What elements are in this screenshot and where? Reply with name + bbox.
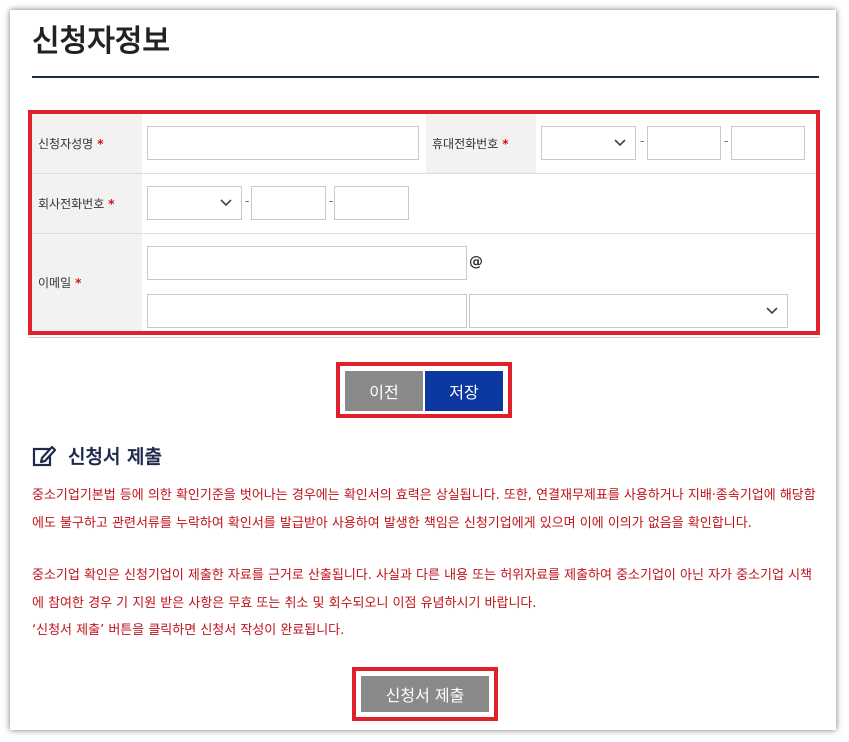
mobile-last-input[interactable] [731, 126, 805, 160]
form-row-email: 이메일 * @ [32, 234, 816, 331]
company-phone-mid-input[interactable] [251, 186, 326, 220]
application-panel: 신청자정보 신청자성명 * 휴대전화번호 * - - 회사전화번호 * - - … [10, 10, 836, 730]
form-divider [28, 337, 820, 338]
submission-heading-text: 신청서 제출 [68, 446, 163, 468]
notice-paragraph-1: 중소기업기본법 등에 의한 확인기준을 벗어나는 경우에는 확인서의 효력은 상… [32, 488, 816, 531]
company-phone-separator-1: - [245, 194, 250, 208]
applicant-name-label: 신청자성명 * [32, 114, 142, 173]
mobile-label: 휴대전화번호 * [426, 114, 536, 173]
mobile-separator-2: - [724, 134, 729, 148]
email-label-text: 이메일 [38, 276, 72, 290]
email-at-sign: @ [469, 254, 483, 270]
title-divider [32, 76, 819, 78]
required-mark: * [502, 136, 509, 151]
email-id-input[interactable] [147, 246, 467, 280]
applicant-form: 신청자성명 * 휴대전화번호 * - - 회사전화번호 * - - 이메일 * … [28, 110, 820, 335]
chevron-down-icon [766, 307, 778, 315]
submit-area: 신청서 제출 [352, 667, 498, 721]
edit-icon [32, 445, 57, 466]
mobile-separator-1: - [640, 134, 645, 148]
company-phone-last-input[interactable] [334, 186, 409, 220]
notice-paragraph-3: ‘신청서 제출’ 버튼을 클릭하면 신청서 작성이 완료됩니다. [32, 623, 345, 638]
chevron-down-icon [220, 199, 232, 207]
email-domain-select[interactable] [469, 294, 788, 328]
page-title: 신청자정보 [32, 24, 170, 59]
email-domain-input[interactable] [147, 294, 467, 328]
mobile-mid-input[interactable] [647, 126, 721, 160]
save-button[interactable]: 저장 [425, 371, 503, 411]
company-phone-label-text: 회사전화번호 [38, 197, 105, 211]
submission-heading: 신청서 제출 [32, 442, 162, 469]
applicant-name-label-text: 신청자성명 [38, 137, 94, 151]
company-phone-prefix-select[interactable] [147, 186, 242, 220]
form-row-name-mobile: 신청자성명 * 휴대전화번호 * - - [32, 114, 816, 174]
submit-application-button[interactable]: 신청서 제출 [361, 676, 489, 712]
company-phone-label: 회사전화번호 * [32, 174, 142, 233]
company-phone-separator-2: - [329, 194, 334, 208]
notice-paragraph-2: 중소기업 확인은 신청기업이 제출한 자료를 근거로 산출됩니다. 사실과 다른… [32, 568, 813, 611]
form-row-company-phone: 회사전화번호 * - - [32, 174, 816, 234]
required-mark: * [108, 196, 115, 211]
mobile-label-text: 휴대전화번호 [432, 137, 499, 151]
prev-button[interactable]: 이전 [345, 371, 423, 411]
chevron-down-icon [614, 139, 626, 147]
mobile-prefix-select[interactable] [541, 126, 636, 160]
email-label: 이메일 * [32, 234, 142, 331]
required-mark: * [97, 136, 104, 151]
action-buttons: 이전 저장 [336, 362, 512, 418]
applicant-name-input[interactable] [147, 126, 419, 160]
required-mark: * [75, 275, 82, 290]
